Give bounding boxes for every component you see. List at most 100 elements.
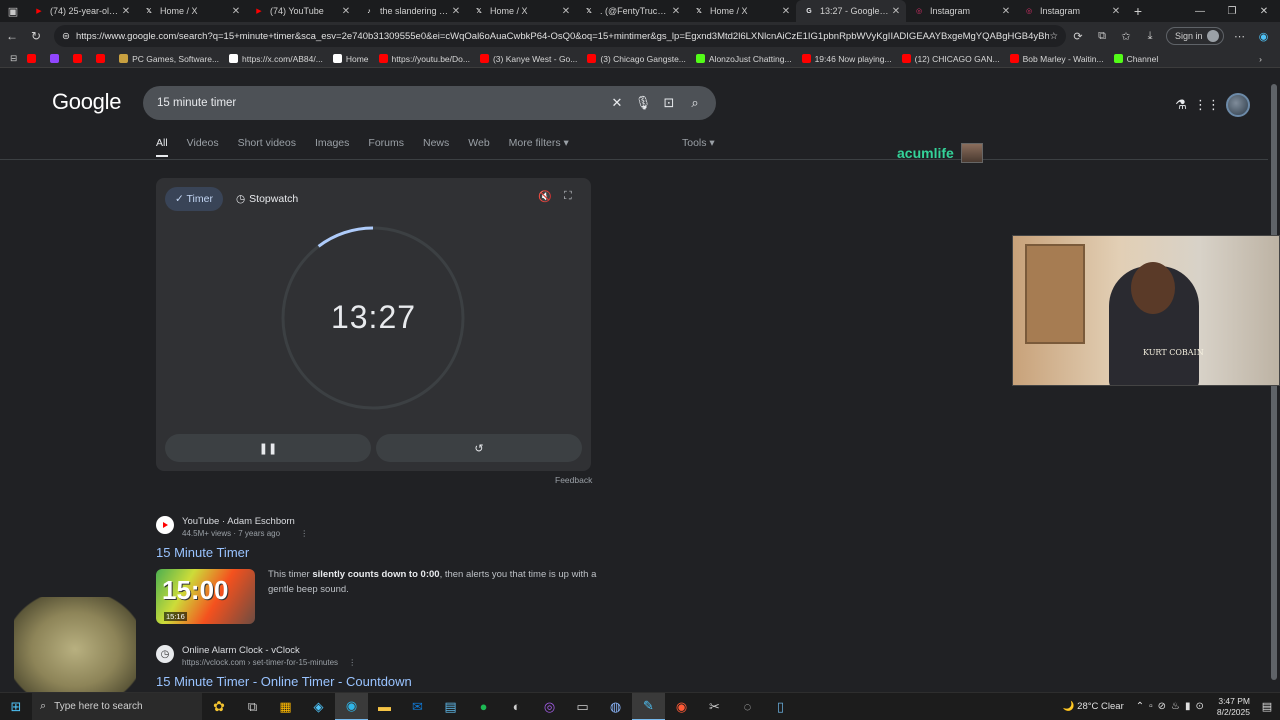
- result-source[interactable]: YouTube · Adam Eschborn 44.5M+ views · 7…: [156, 516, 308, 540]
- bookmark-item[interactable]: AlonzoJust Chatting...: [695, 54, 792, 64]
- new-tab-button[interactable]: +: [1126, 3, 1150, 19]
- outlook-icon[interactable]: ✉: [401, 693, 434, 720]
- steam-icon[interactable]: ◐: [500, 693, 533, 720]
- bookmark-item[interactable]: (12) CHICAGO GAN...: [901, 54, 1000, 64]
- close-tab-icon[interactable]: ✕: [120, 6, 132, 17]
- notifications-icon[interactable]: ▤: [1258, 700, 1276, 713]
- task-view-icon[interactable]: ⧉: [236, 693, 269, 720]
- browser-tab[interactable]: 𝕏 Home / X ✕: [136, 0, 246, 22]
- browser-tab[interactable]: ◎ Instagram ✕: [1016, 0, 1126, 22]
- sign-in-button[interactable]: Sign in: [1166, 27, 1224, 45]
- site-info-icon[interactable]: ⊜: [62, 31, 70, 42]
- close-tab-icon[interactable]: ✕: [230, 6, 242, 17]
- filter-tab[interactable]: News: [423, 137, 449, 157]
- browser-tab[interactable]: G 13:27 - Google Sea✕: [796, 0, 906, 22]
- draw-app-icon[interactable]: ✎: [632, 692, 665, 720]
- filter-tab[interactable]: Videos: [187, 137, 219, 157]
- chrome-icon[interactable]: ◎: [533, 693, 566, 720]
- close-tab-icon[interactable]: ✕: [890, 6, 902, 17]
- browser-tab[interactable]: 𝕏 Home / X ✕: [466, 0, 576, 22]
- minimize-icon[interactable]: —: [1184, 6, 1216, 17]
- copilot-icon[interactable]: ◉: [1252, 30, 1276, 43]
- browser-tab[interactable]: ▶ (74) 25-year-old op ✕: [26, 0, 136, 22]
- bookmark-item[interactable]: [27, 54, 40, 64]
- bookmark-item[interactable]: [96, 54, 109, 64]
- close-tab-icon[interactable]: ✕: [780, 6, 792, 17]
- address-bar[interactable]: ⊜ https://www.google.com/search?q=15+min…: [54, 25, 1066, 47]
- downloads-icon[interactable]: ⤓: [1138, 30, 1162, 43]
- taskbar-search[interactable]: ⌕ Type here to search: [32, 692, 202, 720]
- browser-tab[interactable]: ◎ Instagram ✕: [906, 0, 1016, 22]
- close-tab-icon[interactable]: ✕: [340, 6, 352, 17]
- bookmark-item[interactable]: https://youtu.be/Do...: [378, 54, 470, 64]
- result-source[interactable]: ◷ Online Alarm Clock - vClock https://vc…: [156, 645, 356, 669]
- recorder-icon[interactable]: ◉: [665, 693, 698, 720]
- feedback-link[interactable]: Feedback: [555, 475, 592, 485]
- notepad-icon[interactable]: ▯: [764, 693, 797, 720]
- bookmark-item[interactable]: 19:46 Now playing...: [801, 54, 892, 64]
- store-icon[interactable]: ▦: [269, 693, 302, 720]
- back-icon[interactable]: ←: [0, 29, 24, 43]
- result-title-link[interactable]: 15 Minute Timer: [156, 545, 249, 560]
- fullscreen-icon[interactable]: ⛶: [564, 190, 572, 203]
- result-options-icon[interactable]: ⋮: [300, 529, 308, 538]
- filter-tab[interactable]: Web: [468, 137, 489, 157]
- reset-button[interactable]: ↺: [376, 434, 582, 462]
- pause-button[interactable]: ❚❚: [165, 434, 371, 462]
- stopwatch-tab[interactable]: ◷ Stopwatch: [226, 187, 308, 211]
- browser-tab[interactable]: ♪ the slandering king ✕: [356, 0, 466, 22]
- apps-grid-icon[interactable]: ⋮⋮: [1194, 97, 1220, 113]
- obs-icon[interactable]: ◌: [731, 693, 764, 720]
- search-icon[interactable]: ⌕: [682, 95, 708, 111]
- bookmark-item[interactable]: [50, 54, 63, 64]
- extensions-icon[interactable]: ⧉: [1090, 30, 1114, 43]
- maximize-icon[interactable]: ❐: [1216, 6, 1248, 17]
- taskbar-clock[interactable]: 3:47 PM 8/2/2025: [1217, 696, 1250, 718]
- close-tab-icon[interactable]: ✕: [560, 6, 572, 17]
- bookmark-item[interactable]: (3) Chicago Gangste...: [587, 54, 686, 64]
- result-options-icon[interactable]: ⋮: [348, 658, 356, 667]
- file-explorer-icon[interactable]: ▬: [368, 693, 401, 720]
- spotify-icon[interactable]: ●: [467, 693, 500, 720]
- favorite-star-icon[interactable]: ☆: [1049, 31, 1058, 42]
- video-thumbnail[interactable]: 15:00 15:16: [156, 569, 255, 624]
- voice-search-icon[interactable]: 🎙: [630, 95, 656, 111]
- bookmark-item[interactable]: Channel: [1113, 54, 1158, 64]
- favorites-icon[interactable]: ✩: [1114, 30, 1138, 43]
- account-avatar[interactable]: [1226, 93, 1250, 117]
- filter-tab[interactable]: All: [156, 137, 168, 157]
- browser-tab[interactable]: 𝕏 Home / X ✕: [686, 0, 796, 22]
- browser-tab[interactable]: ▶ (74) YouTube ✕: [246, 0, 356, 22]
- browser-tab[interactable]: 𝕏 . (@FentyTruck) / X✕: [576, 0, 686, 22]
- tray-icons[interactable]: ⌃▫⊘♨▮⊙: [1136, 701, 1209, 712]
- edge-icon[interactable]: ◉: [335, 692, 368, 720]
- google-logo[interactable]: Google: [52, 89, 121, 115]
- timer-tab[interactable]: ✓ Timer: [165, 187, 223, 211]
- bookmark-item[interactable]: [73, 54, 86, 64]
- files-icon[interactable]: ▭: [566, 693, 599, 720]
- capcut-icon[interactable]: ✂: [698, 693, 731, 720]
- bookmark-item[interactable]: Bob Marley - Waitin...: [1009, 54, 1104, 64]
- filter-tab[interactable]: More filters ▾: [509, 137, 569, 157]
- bookmark-item[interactable]: https://x.com/AB84/...: [229, 54, 323, 64]
- refresh-extension-icon[interactable]: ⟳: [1066, 30, 1090, 43]
- more-menu-icon[interactable]: ⋯: [1228, 30, 1252, 43]
- bookmark-item[interactable]: (3) Kanye West - Go...: [479, 54, 577, 64]
- windows-start-icon[interactable]: ⊞: [0, 699, 32, 715]
- sunflower-icon[interactable]: ✿: [202, 698, 236, 715]
- close-tab-icon[interactable]: ✕: [1110, 6, 1122, 17]
- result-title-link[interactable]: 15 Minute Timer - Online Timer - Countdo…: [156, 674, 412, 689]
- app2-icon[interactable]: ◍: [599, 693, 632, 720]
- close-tab-icon[interactable]: ✕: [670, 6, 682, 17]
- close-tab-icon[interactable]: ✕: [450, 6, 462, 17]
- search-input[interactable]: 15 minute timer ✕ 🎙 ⊡ ⌕: [143, 86, 716, 120]
- bookmark-item[interactable]: Home: [332, 54, 369, 64]
- filter-tab[interactable]: Images: [315, 137, 349, 157]
- mute-icon[interactable]: 🔇: [538, 190, 552, 203]
- clear-search-icon[interactable]: ✕: [604, 95, 630, 111]
- filter-tab[interactable]: Forums: [368, 137, 404, 157]
- tab-actions-icon[interactable]: ▣: [0, 0, 26, 22]
- reload-icon[interactable]: ↻: [24, 29, 48, 43]
- close-tab-icon[interactable]: ✕: [1000, 6, 1012, 17]
- bookmark-item[interactable]: PC Games, Software...: [119, 54, 219, 64]
